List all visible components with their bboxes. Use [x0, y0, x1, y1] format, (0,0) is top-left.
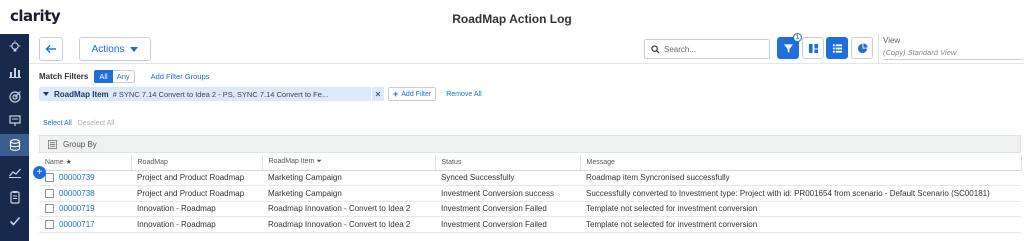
column-header-roadmap-item[interactable]: RoadMap Item ⏷ [262, 155, 436, 171]
deselect-all-link: Deselect All [77, 120, 115, 127]
board-icon [808, 43, 818, 53]
roadmap-item-filter-chip[interactable]: RoadMap Item # SYNC 7.14 Convert to Idea… [39, 87, 371, 101]
row-name-link[interactable]: 00000717 [59, 220, 95, 229]
filter-chip-row: RoadMap Item # SYNC 7.14 Convert to Idea… [39, 87, 482, 101]
column-header-name[interactable]: Name ★ [39, 155, 132, 171]
row-checkbox[interactable] [45, 219, 54, 229]
board-view-button[interactable] [802, 37, 824, 59]
table-row[interactable]: 00000739 Project and Product Roadmap Mar… [39, 170, 1021, 186]
back-button[interactable] [39, 37, 63, 61]
checkmark-icon[interactable] [0, 210, 29, 232]
group-by-bar[interactable]: Group By [39, 135, 1021, 153]
row-checkbox[interactable] [45, 204, 54, 214]
row-name-link[interactable]: 00000739 [59, 173, 95, 182]
actions-label: Actions [91, 43, 125, 55]
database-icon[interactable] [0, 134, 29, 156]
search-box[interactable] [644, 39, 770, 59]
table-row[interactable]: 00000717 Innovation - Roadmap Roadmap In… [39, 216, 1021, 233]
selection-controls: Select All Deselect All [43, 120, 114, 127]
chevron-down-icon [130, 46, 139, 52]
filter-chip-label: RoadMap Item [54, 89, 109, 99]
match-filters-label: Match Filters [39, 71, 89, 81]
row-roadmap: Innovation - Roadmap [131, 201, 262, 217]
table-header-row: Name ★ RoadMap RoadMap Item ⏷ Status Mes… [39, 155, 1022, 171]
presentation-icon[interactable] [0, 110, 29, 132]
action-log-table: Name ★ RoadMap RoadMap Item ⏷ Status Mes… [39, 155, 1022, 233]
pie-chart-icon [857, 42, 868, 53]
row-status: Investment Conversion success [435, 185, 580, 202]
toolbar: Actions 1 View (Copy) Standard View [29, 33, 1024, 64]
row-checkbox[interactable] [45, 173, 54, 183]
sidebar [0, 34, 29, 241]
clipboard-icon[interactable] [0, 186, 29, 208]
bar-chart-icon[interactable] [0, 61, 29, 83]
filter-icon [783, 43, 793, 53]
add-filter-label: Add Filter [401, 90, 432, 98]
row-roadmap: Project and Product Roadmap [131, 170, 262, 186]
filter-chip-value: # SYNC 7.14 Convert to Idea 2 - PS, SYNC… [112, 89, 329, 99]
view-selector[interactable]: View (Copy) Standard View [878, 34, 1024, 64]
arrow-left-icon [45, 45, 56, 53]
lightbulb-icon[interactable] [0, 36, 29, 58]
target-icon[interactable] [0, 86, 29, 108]
row-message: Roadmap item Syncronised successfully [580, 170, 1021, 186]
match-filters-row: Match Filters All Any Add Filter Groups [39, 69, 210, 83]
actions-dropdown[interactable]: Actions [79, 37, 151, 61]
column-header-roadmap[interactable]: RoadMap [131, 155, 263, 171]
add-filter-groups-link[interactable]: Add Filter Groups [151, 72, 210, 81]
row-status: Investment Conversion Failed [435, 216, 580, 233]
chevron-down-icon [43, 92, 49, 96]
group-by-icon [48, 139, 57, 149]
chart-view-button[interactable] [851, 37, 873, 59]
column-header-status[interactable]: Status [435, 155, 581, 171]
row-roadmap-item: Marketing Campaign [262, 170, 435, 186]
add-filter-button[interactable]: + Add Filter [388, 87, 437, 101]
list-icon [832, 43, 842, 53]
trend-line-icon[interactable] [0, 161, 29, 183]
remove-all-link[interactable]: Remove All [446, 91, 481, 98]
match-any-toggle[interactable]: Any [112, 69, 135, 83]
row-message: Successfully converted to Investment typ… [580, 185, 1021, 202]
list-view-button[interactable] [826, 37, 848, 59]
view-value[interactable]: (Copy) Standard View [883, 48, 1023, 60]
row-message: Template not selected for investment con… [580, 201, 1021, 217]
filter-count-badge: 1 [793, 33, 802, 42]
search-icon [651, 44, 660, 54]
plus-icon: + [36, 166, 43, 178]
row-message: Template not selected for investment con… [580, 216, 1021, 233]
row-roadmap-item: Roadmap Innovation - Convert to Idea 2 [262, 216, 435, 233]
filter-icon: ⏷ [316, 158, 322, 166]
top-bar: clarity RoadMap Action Log [0, 0, 1024, 34]
row-roadmap-item: Roadmap Innovation - Convert to Idea 2 [262, 201, 435, 217]
column-header-message[interactable]: Message [580, 155, 1022, 171]
table-row[interactable]: 00000738 Project and Product Roadmap Mar… [39, 185, 1021, 202]
star-icon: ★ [65, 159, 72, 167]
table-row[interactable]: 00000719 Innovation - Roadmap Roadmap In… [39, 201, 1021, 217]
plus-icon: + [393, 89, 399, 99]
row-roadmap: Project and Product Roadmap [131, 185, 262, 202]
group-by-label: Group By [63, 139, 97, 149]
filter-button[interactable]: 1 [777, 33, 802, 59]
row-name-link[interactable]: 00000719 [59, 204, 95, 213]
match-all-toggle[interactable]: All [94, 69, 113, 83]
row-roadmap: Innovation - Roadmap [131, 216, 262, 233]
row-roadmap-item: Marketing Campaign [262, 185, 435, 202]
row-status: Synced Successfully [435, 170, 580, 186]
search-input[interactable] [664, 44, 764, 54]
select-all-link[interactable]: Select All [43, 120, 72, 127]
page-title: RoadMap Action Log [452, 12, 572, 26]
row-checkbox[interactable] [45, 188, 54, 198]
remove-filter-icon[interactable]: ✕ [372, 87, 384, 101]
row-name-link[interactable]: 00000738 [59, 189, 95, 198]
row-status: Investment Conversion Failed [435, 201, 580, 217]
view-label: View [883, 36, 901, 45]
add-row-button[interactable]: + [33, 166, 46, 179]
